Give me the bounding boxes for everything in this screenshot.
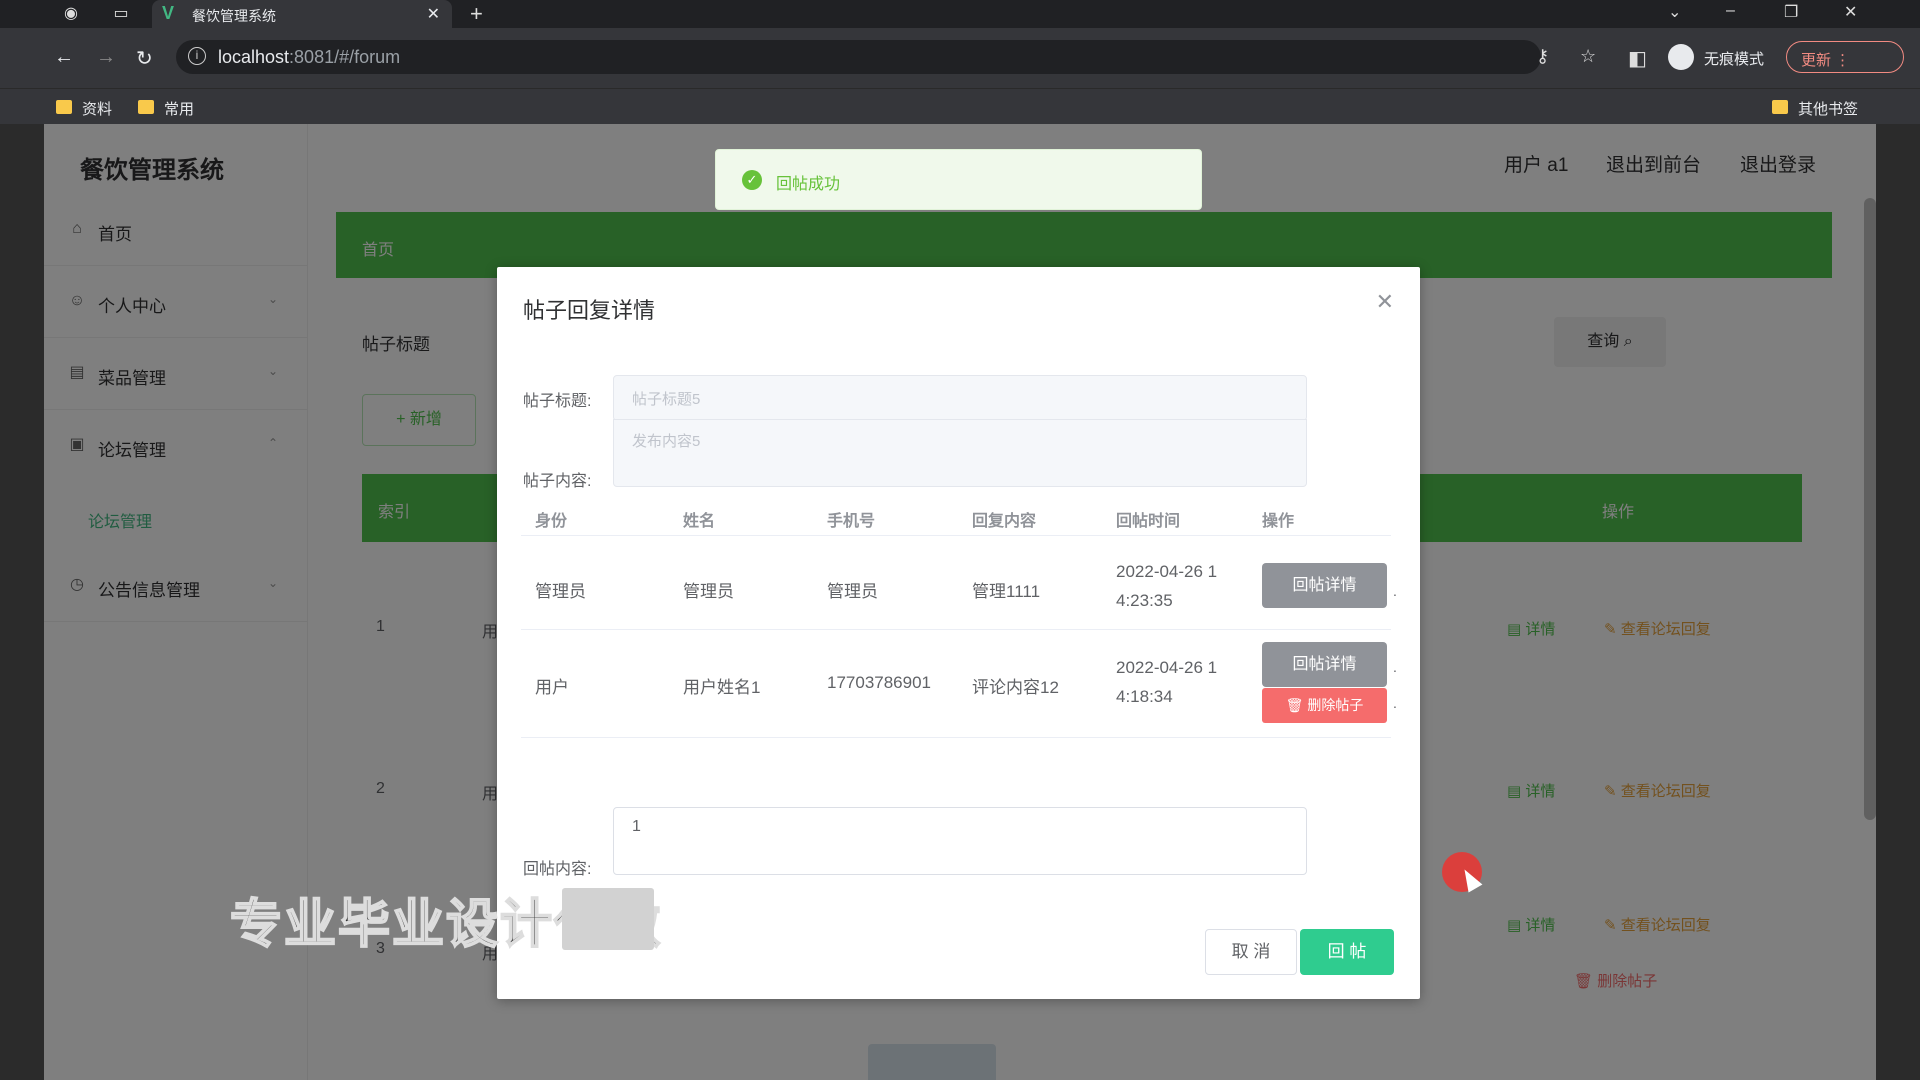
trash-icon: 🗑 (1285, 697, 1304, 713)
bookmarks-bar: 资料 常用 其他书签 (0, 88, 1920, 124)
tab-list-icon[interactable]: ⌄ (1668, 2, 1681, 22)
folder-icon (1772, 100, 1788, 114)
update-button[interactable]: 更新 ⋮ (1786, 41, 1904, 73)
reply-content: 评论内容12 (972, 678, 1059, 697)
address-bar: ← → ↻ i localhost:8081/#/forum ⚷ ☆ ◧ 无痕模… (0, 28, 1920, 88)
ellipsis-mark: . (1393, 659, 1397, 675)
ellipsis-mark: . (1393, 695, 1397, 711)
col-header-action: 操作 (1262, 513, 1295, 530)
reply-role: 管理员 (535, 582, 586, 601)
reply-role: 用户 (535, 678, 569, 697)
col-header-name: 姓名 (683, 513, 716, 530)
post-content-field: 发布内容5 (613, 419, 1307, 487)
reply-time: 2022-04-26 1 4:23:35 (1116, 562, 1218, 610)
success-toast: ✓ 回帖成功 (715, 149, 1202, 210)
browser-tab[interactable]: V 餐饮管理系统 ✕ (152, 0, 452, 28)
post-content-label: 帖子内容: (523, 473, 592, 490)
tab-search-icon[interactable]: ▭ (110, 4, 132, 24)
reply-content-label: 回帖内容: (523, 861, 592, 878)
dialog-title: 帖子回复详情 (523, 298, 656, 323)
incognito-label: 无痕模式 (1704, 51, 1765, 68)
vue-logo-icon: V (162, 3, 175, 23)
window-close-icon[interactable]: ✕ (1844, 2, 1857, 22)
reply-name: 用户姓名1 (683, 678, 761, 697)
incognito-indicator: 无痕模式 (1668, 42, 1778, 72)
post-title-label: 帖子标题: (523, 393, 592, 410)
blur-patch (562, 888, 654, 950)
bookmark-folder[interactable]: 资料 (56, 98, 112, 118)
ellipsis-mark: . (1393, 583, 1397, 599)
toast-message: 回帖成功 (776, 176, 841, 193)
forward-icon[interactable]: → (96, 46, 116, 69)
table-divider (521, 535, 1391, 536)
bookmark-folder[interactable]: 常用 (138, 98, 194, 118)
site-info-icon[interactable]: i (188, 47, 206, 65)
col-header-role: 身份 (535, 513, 568, 530)
star-icon[interactable]: ☆ (1580, 46, 1596, 67)
reply-content-input[interactable]: 1 (613, 807, 1307, 875)
post-title-field: 帖子标题5 (613, 375, 1307, 421)
reply-detail-button[interactable]: 回帖详情 (1262, 563, 1387, 608)
reply-detail-button[interactable]: 回帖详情 (1262, 642, 1387, 687)
back-icon[interactable]: ← (54, 46, 74, 69)
check-circle-icon: ✓ (742, 170, 762, 190)
globe-icon[interactable]: ◉ (60, 4, 82, 24)
reply-name: 管理员 (683, 582, 734, 601)
table-divider (521, 737, 1391, 738)
incognito-icon (1668, 44, 1694, 70)
reply-phone: 17703786901 (827, 673, 932, 692)
col-header-time: 回帖时间 (1116, 513, 1181, 530)
col-header-phone: 手机号 (827, 513, 876, 530)
key-icon[interactable]: ⚷ (1536, 46, 1549, 67)
col-header-content: 回复内容 (972, 513, 1037, 530)
tab-close-icon[interactable]: ✕ (427, 4, 440, 24)
restore-icon[interactable]: ❐ (1784, 2, 1798, 22)
close-icon[interactable]: ✕ (1376, 289, 1394, 315)
url-input[interactable]: i localhost:8081/#/forum ⚷ ☆ (176, 40, 1596, 74)
cancel-button[interactable]: 取 消 (1205, 929, 1297, 975)
other-bookmarks[interactable]: 其他书签 (1772, 98, 1858, 118)
url-text: localhost:8081/#/forum (218, 47, 401, 67)
table-divider (521, 629, 1391, 630)
reply-content: 管理1111 (972, 582, 1041, 601)
new-tab-icon[interactable]: + (470, 1, 483, 27)
minimize-icon[interactable]: – (1726, 2, 1735, 20)
reply-phone: 管理员 (827, 582, 878, 601)
delete-post-button[interactable]: 🗑 删除帖子 (1262, 688, 1387, 723)
side-panel-icon[interactable]: ◧ (1628, 46, 1647, 71)
reload-icon[interactable]: ↻ (136, 46, 153, 71)
folder-icon (138, 100, 154, 114)
submit-reply-button[interactable]: 回 帖 (1300, 929, 1394, 975)
reply-time: 2022-04-26 1 4:18:34 (1116, 658, 1218, 706)
tab-title: 餐饮管理系统 (192, 8, 276, 24)
folder-icon (56, 100, 72, 114)
browser-tab-strip: ◉ ▭ V 餐饮管理系统 ✕ + ⌄ – ❐ ✕ (0, 0, 1920, 28)
